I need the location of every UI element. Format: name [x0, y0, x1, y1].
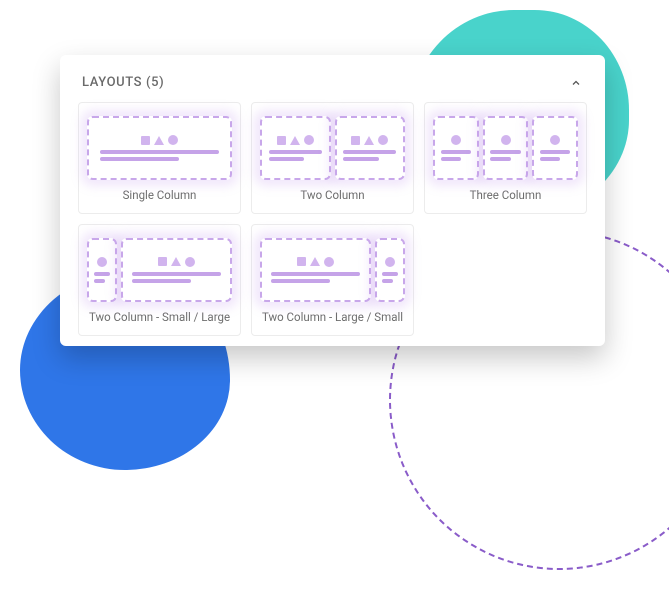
layout-option-two-column[interactable]: Two Column [251, 102, 414, 214]
layout-thumbnail [260, 237, 405, 303]
layout-thumbnail [87, 115, 232, 181]
layout-option-three-column[interactable]: Three Column [424, 102, 587, 214]
layout-label: Two Column [300, 189, 364, 203]
layouts-panel: LAYOUTS (5) Single Column [60, 55, 605, 346]
chevron-up-icon[interactable] [569, 76, 583, 90]
layout-thumbnail [433, 115, 578, 181]
panel-title: LAYOUTS (5) [82, 75, 164, 90]
layout-thumbnail [87, 237, 232, 303]
layout-thumbnail [260, 115, 405, 181]
layout-option-small-large[interactable]: Two Column - Small / Large [78, 224, 241, 336]
layout-label: Two Column - Large / Small [262, 311, 403, 325]
layout-option-large-small[interactable]: Two Column - Large / Small [251, 224, 414, 336]
layout-label: Three Column [470, 189, 542, 203]
layouts-grid: Single Column Two Column [78, 102, 587, 336]
layout-label: Two Column - Small / Large [89, 311, 230, 325]
layout-label: Single Column [123, 189, 197, 203]
layouts-panel-header[interactable]: LAYOUTS (5) [78, 71, 587, 102]
layout-option-single-column[interactable]: Single Column [78, 102, 241, 214]
